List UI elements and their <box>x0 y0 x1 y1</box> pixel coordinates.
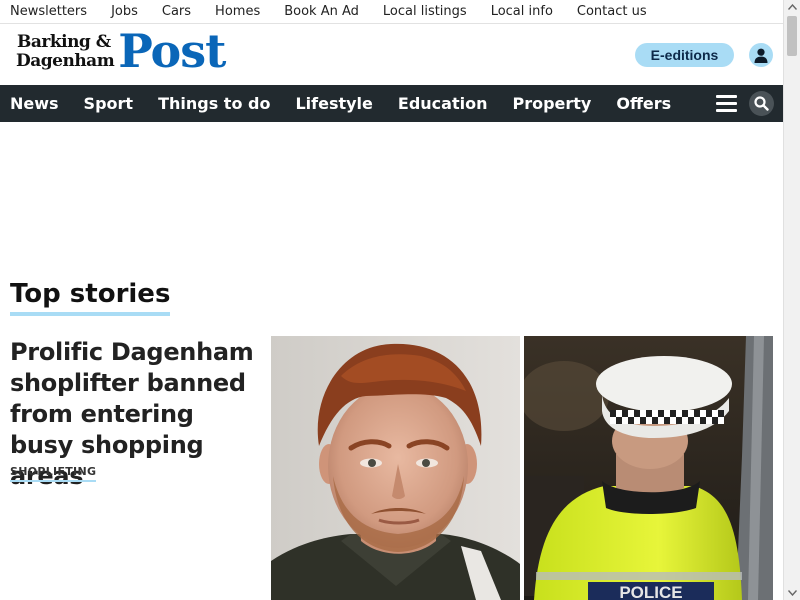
account-button[interactable] <box>749 43 773 67</box>
utility-link-jobs[interactable]: Jobs <box>111 4 138 19</box>
lead-story-image-police[interactable]: POLICE <box>524 336 773 600</box>
police-label: POLICE <box>619 583 682 600</box>
police-officer-illustration: POLICE <box>524 336 773 600</box>
nav-item-news[interactable]: News <box>10 94 59 113</box>
utility-link-cars[interactable]: Cars <box>162 4 191 19</box>
utility-link-homes[interactable]: Homes <box>215 4 260 19</box>
masthead: Barking & Dagenham Post E-editions <box>0 25 783 85</box>
mugshot-illustration <box>271 336 520 600</box>
nav-item-things-to-do[interactable]: Things to do <box>158 94 270 113</box>
search-button[interactable] <box>749 91 774 116</box>
cap-checker-band <box>610 410 724 424</box>
user-icon <box>754 48 768 63</box>
lead-story-image-mugshot[interactable] <box>271 336 520 600</box>
main-nav: News Sport Things to do Lifestyle Educat… <box>0 85 783 122</box>
nav-item-sport[interactable]: Sport <box>84 94 134 113</box>
nav-item-offers[interactable]: Offers <box>616 94 671 113</box>
utility-link-book-an-ad[interactable]: Book An Ad <box>284 4 359 19</box>
advert-space <box>0 122 783 272</box>
e-editions-button[interactable]: E-editions <box>635 43 734 67</box>
scrollbar-thumb[interactable] <box>787 16 797 56</box>
utility-link-local-listings[interactable]: Local listings <box>383 4 467 19</box>
site-logo[interactable]: Barking & Dagenham Post <box>16 24 226 78</box>
section-title-top-stories: Top stories <box>10 278 171 316</box>
nav-item-property[interactable]: Property <box>512 94 591 113</box>
utility-link-contact-us[interactable]: Contact us <box>577 4 647 19</box>
logo-line-1: Barking & <box>17 32 111 52</box>
utility-nav: Newsletters Jobs Cars Homes Book An Ad L… <box>0 0 783 24</box>
hamburger-icon[interactable] <box>716 95 737 112</box>
utility-link-local-info[interactable]: Local info <box>491 4 553 19</box>
scroll-down-arrow-icon[interactable] <box>784 586 800 600</box>
logo-line-2: Dagenham <box>16 51 115 71</box>
search-icon <box>754 96 769 111</box>
nav-item-lifestyle[interactable]: Lifestyle <box>295 94 372 113</box>
scroll-up-arrow-icon[interactable] <box>784 0 800 14</box>
logo-post: Post <box>118 24 226 78</box>
logo-small-text: Barking & Dagenham <box>16 32 115 71</box>
lead-story-tag[interactable]: SHOPLIFTING <box>10 465 97 482</box>
page-scrollbar[interactable] <box>783 0 800 600</box>
nav-item-education[interactable]: Education <box>398 94 488 113</box>
utility-link-newsletters[interactable]: Newsletters <box>10 4 87 19</box>
